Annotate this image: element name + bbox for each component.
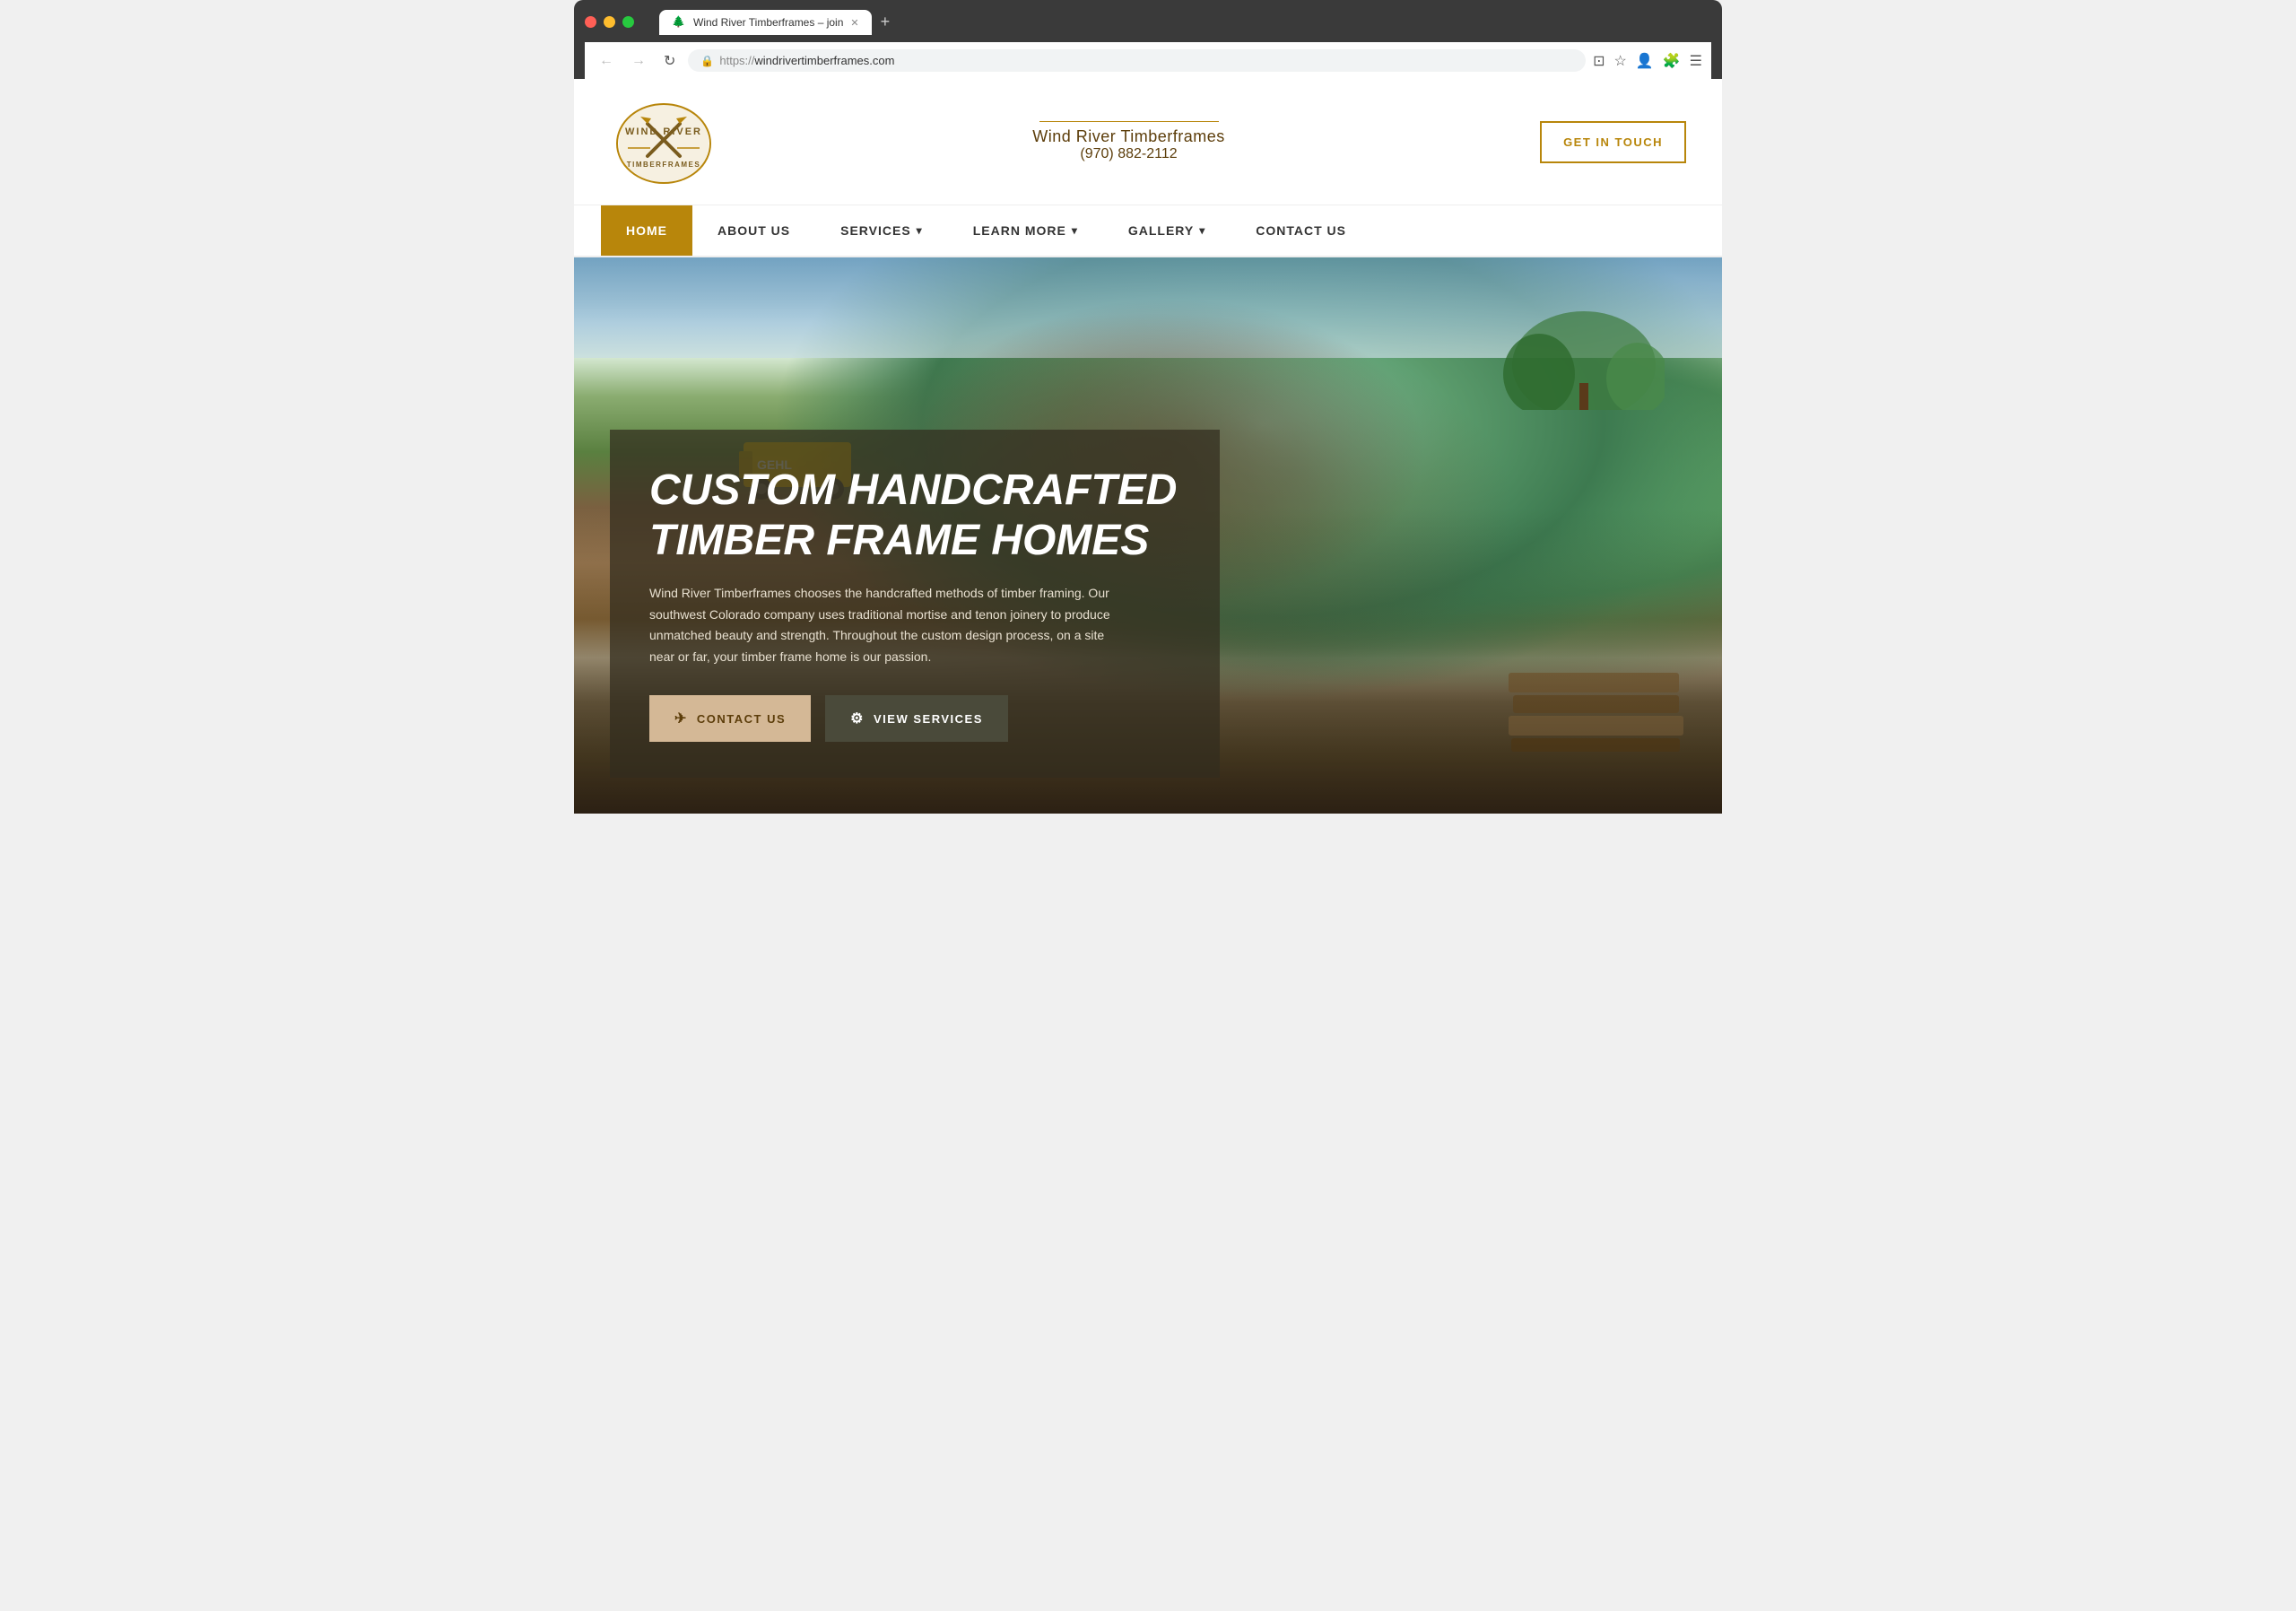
browser-toolbar: ← → ↻ 🔒 https://windrivertimberframes.co… <box>585 42 1711 79</box>
logo-area: WIND RIVER TIMBERFRAMES <box>610 97 718 187</box>
hero-title: CUSTOM HANDCRAFTED TIMBER FRAME HOMES <box>649 466 1180 564</box>
nav-item-contact[interactable]: CONTACT US <box>1231 205 1371 256</box>
minimize-window-button[interactable] <box>604 16 615 28</box>
logo[interactable]: WIND RIVER TIMBERFRAMES <box>610 97 718 187</box>
browser-right-icons: ⊡ ☆ 👤 🧩 ☰ <box>1593 52 1702 70</box>
hero-services-label: VIEW SERVICES <box>874 712 983 726</box>
menu-icon[interactable]: ☰ <box>1690 52 1702 70</box>
hero-services-button[interactable]: ⚙ VIEW SERVICES <box>825 695 1008 742</box>
browser-chrome: 🌲 Wind River Timberframes – join ✕ + ← →… <box>574 0 1722 79</box>
browser-window-controls: 🌲 Wind River Timberframes – join ✕ + <box>585 9 1711 35</box>
hero-contact-button[interactable]: ✈ CONTACT US <box>649 695 811 742</box>
nav-item-learn-more[interactable]: LEARN MORE ▾ <box>948 205 1103 256</box>
get-in-touch-button[interactable]: GET IN TOUCH <box>1540 121 1686 163</box>
screen-share-icon[interactable]: ⊡ <box>1593 52 1605 70</box>
nav-item-services[interactable]: SERVICES ▾ <box>815 205 948 256</box>
tab-favicon: 🌲 <box>672 15 686 30</box>
website: WIND RIVER TIMBERFRAMES Wind River Timbe… <box>574 79 1722 814</box>
hero-contact-label: CONTACT US <box>697 712 786 726</box>
security-icon: 🔒 <box>700 55 714 67</box>
nav-label-services: SERVICES <box>840 223 911 238</box>
tab-close-button[interactable]: ✕ <box>850 17 858 29</box>
gallery-dropdown-arrow: ▾ <box>1199 224 1205 237</box>
learn-more-dropdown-arrow: ▾ <box>1072 224 1078 237</box>
nav-label-about: ABOUT US <box>718 223 790 238</box>
close-window-button[interactable] <box>585 16 596 28</box>
url-text: https://windrivertimberframes.com <box>719 54 894 67</box>
address-bar[interactable]: 🔒 https://windrivertimberframes.com <box>688 49 1586 72</box>
nav-item-gallery[interactable]: GALLERY ▾ <box>1103 205 1231 256</box>
new-tab-button[interactable]: + <box>874 9 898 35</box>
nav-label-contact: CONTACT US <box>1256 223 1346 238</box>
company-phone[interactable]: (970) 882-2112 <box>718 146 1540 162</box>
maximize-window-button[interactable] <box>622 16 634 28</box>
hero-section: GEHL CUSTOM HANDCRAFTED TIMBER FRAME HOM… <box>574 257 1722 814</box>
forward-button[interactable]: → <box>626 51 651 71</box>
svg-text:WIND RIVER: WIND RIVER <box>625 126 702 137</box>
services-dropdown-arrow: ▾ <box>917 224 923 237</box>
reload-button[interactable]: ↻ <box>658 50 681 72</box>
hero-buttons: ✈ CONTACT US ⚙ VIEW SERVICES <box>649 695 1180 742</box>
extensions-icon[interactable]: 🧩 <box>1663 52 1681 70</box>
company-name: Wind River Timberframes <box>718 127 1540 146</box>
header-center: Wind River Timberframes (970) 882-2112 <box>718 121 1540 162</box>
site-nav: HOME ABOUT US SERVICES ▾ LEARN MORE ▾ GA… <box>574 205 1722 257</box>
nav-label-learn-more: LEARN MORE <box>973 223 1066 238</box>
header-divider <box>1039 121 1219 122</box>
browser-tab-bar: 🌲 Wind River Timberframes – join ✕ + <box>659 9 897 35</box>
site-header: WIND RIVER TIMBERFRAMES Wind River Timbe… <box>574 79 1722 205</box>
firefox-account-icon[interactable]: 👤 <box>1636 52 1654 70</box>
nav-item-about[interactable]: ABOUT US <box>692 205 815 256</box>
send-icon: ✈ <box>674 710 688 727</box>
nav-item-home[interactable]: HOME <box>601 205 692 256</box>
hero-description: Wind River Timberframes chooses the hand… <box>649 583 1116 668</box>
nav-label-home: HOME <box>626 223 667 238</box>
active-browser-tab[interactable]: 🌲 Wind River Timberframes – join ✕ <box>659 10 872 35</box>
hero-content-box: CUSTOM HANDCRAFTED TIMBER FRAME HOMES Wi… <box>610 430 1220 778</box>
gear-icon: ⚙ <box>850 710 865 727</box>
nav-label-gallery: GALLERY <box>1128 223 1194 238</box>
svg-text:TIMBERFRAMES: TIMBERFRAMES <box>627 161 700 169</box>
back-button[interactable]: ← <box>594 51 619 71</box>
bookmark-icon[interactable]: ☆ <box>1613 52 1626 70</box>
tab-title: Wind River Timberframes – join <box>693 16 843 29</box>
